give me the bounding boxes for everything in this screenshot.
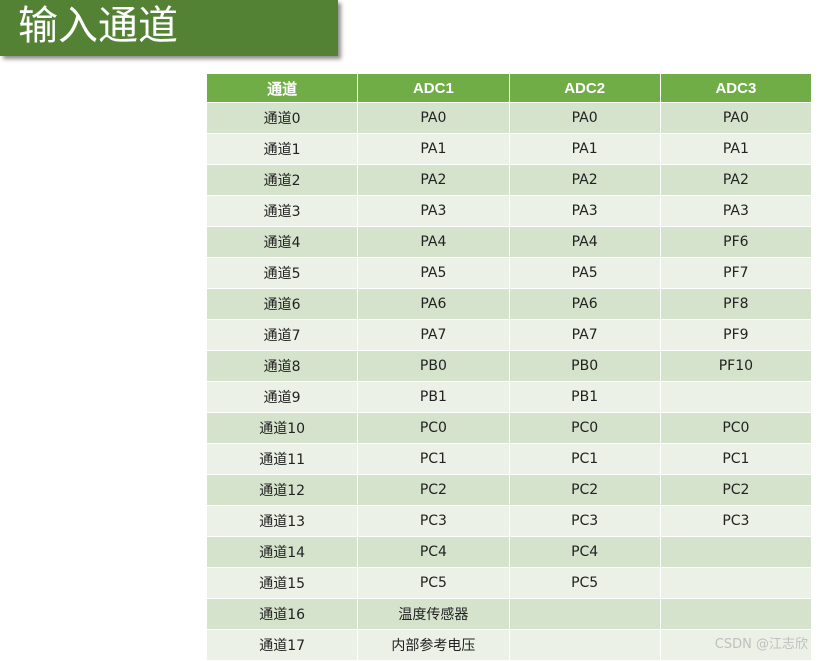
adc1-cell: PA7 <box>357 319 510 351</box>
channel-cell: 通道16 <box>205 598 359 630</box>
table-row: 通道4 PA4 PA4 PF6 <box>205 226 813 258</box>
channel-cell: 通道15 <box>205 567 359 599</box>
table-row: 通道3 PA3 PA3 PA3 <box>205 195 813 227</box>
adc2-cell: PC4 <box>508 536 661 568</box>
adc3-cell: PA0 <box>659 102 813 134</box>
adc2-cell: PA5 <box>508 257 661 289</box>
header-adc1: ADC1 <box>357 73 510 103</box>
table-row: 通道5 PA5 PA5 PF7 <box>205 257 813 289</box>
adc2-cell: PA4 <box>508 226 661 258</box>
adc1-cell: PC0 <box>357 412 510 444</box>
table-row: 通道0 PA0 PA0 PA0 <box>205 102 813 134</box>
channel-cell: 通道4 <box>205 226 359 258</box>
adc3-cell: PF8 <box>659 288 813 320</box>
adc3-cell: PF9 <box>659 319 813 351</box>
adc3-cell <box>659 567 813 599</box>
table-row: 通道7 PA7 PA7 PF9 <box>205 319 813 351</box>
table-row: 通道13 PC3 PC3 PC3 <box>205 505 813 537</box>
adc2-cell: PA7 <box>508 319 661 351</box>
channel-cell: 通道10 <box>205 412 359 444</box>
adc3-cell: PA2 <box>659 164 813 196</box>
adc1-cell: PC3 <box>357 505 510 537</box>
channel-cell: 通道13 <box>205 505 359 537</box>
adc1-cell: PA5 <box>357 257 510 289</box>
adc1-cell: PB1 <box>357 381 510 413</box>
header-adc2: ADC2 <box>508 73 661 103</box>
adc3-cell: PC3 <box>659 505 813 537</box>
adc3-cell: PC2 <box>659 474 813 506</box>
adc1-cell: PC2 <box>357 474 510 506</box>
table-body: 通道0 PA0 PA0 PA0 通道1 PA1 PA1 PA1 通道2 PA2 PA2 PA2 通道3 P… <box>205 102 813 661</box>
table-row: 通道16 温度传感器 <box>205 598 813 630</box>
adc3-cell <box>659 598 813 630</box>
adc1-cell: 温度传感器 <box>357 598 510 630</box>
table-row: 通道1 PA1 PA1 PA1 <box>205 133 813 165</box>
adc3-cell: PA1 <box>659 133 813 165</box>
title-banner: 输入通道 <box>0 0 338 56</box>
adc2-cell: PC2 <box>508 474 661 506</box>
table-row: 通道8 PB0 PB0 PF10 <box>205 350 813 382</box>
channel-cell: 通道11 <box>205 443 359 475</box>
adc3-cell: PC1 <box>659 443 813 475</box>
channel-cell: 通道0 <box>205 102 359 134</box>
table-row: 通道12 PC2 PC2 PC2 <box>205 474 813 506</box>
adc1-cell: PA2 <box>357 164 510 196</box>
adc3-cell: PA3 <box>659 195 813 227</box>
adc3-cell: PF6 <box>659 226 813 258</box>
table-header-row: 通道 ADC1 ADC2 ADC3 <box>205 73 813 103</box>
channel-cell: 通道14 <box>205 536 359 568</box>
adc3-cell: PC0 <box>659 412 813 444</box>
header-adc3: ADC3 <box>659 73 813 103</box>
channel-cell: 通道3 <box>205 195 359 227</box>
adc1-cell: PA3 <box>357 195 510 227</box>
channel-cell: 通道2 <box>205 164 359 196</box>
channel-cell: 通道6 <box>205 288 359 320</box>
table-row: 通道15 PC5 PC5 <box>205 567 813 599</box>
adc2-cell: PA3 <box>508 195 661 227</box>
adc2-cell <box>508 629 661 661</box>
adc1-cell: PC4 <box>357 536 510 568</box>
adc1-cell: PA6 <box>357 288 510 320</box>
adc3-cell <box>659 536 813 568</box>
adc3-cell: PF7 <box>659 257 813 289</box>
adc1-cell: PA0 <box>357 102 510 134</box>
table-row: 通道10 PC0 PC0 PC0 <box>205 412 813 444</box>
adc1-cell: PA1 <box>357 133 510 165</box>
table-row: 通道11 PC1 PC1 PC1 <box>205 443 813 475</box>
adc2-cell <box>508 598 661 630</box>
adc2-cell: PC3 <box>508 505 661 537</box>
adc2-cell: PB0 <box>508 350 661 382</box>
channel-cell: 通道7 <box>205 319 359 351</box>
header-channel: 通道 <box>205 73 359 103</box>
adc1-cell: PB0 <box>357 350 510 382</box>
adc2-cell: PA6 <box>508 288 661 320</box>
channel-cell: 通道17 <box>205 629 359 661</box>
table-row: 通道2 PA2 PA2 PA2 <box>205 164 813 196</box>
table-row: 通道6 PA6 PA6 PF8 <box>205 288 813 320</box>
table-row: 通道9 PB1 PB1 <box>205 381 813 413</box>
adc1-cell: PC5 <box>357 567 510 599</box>
adc2-cell: PA1 <box>508 133 661 165</box>
adc3-cell <box>659 381 813 413</box>
adc3-cell: PF10 <box>659 350 813 382</box>
adc2-cell: PC0 <box>508 412 661 444</box>
adc2-cell: PC5 <box>508 567 661 599</box>
adc2-cell: PC1 <box>508 443 661 475</box>
channel-cell: 通道12 <box>205 474 359 506</box>
channel-cell: 通道9 <box>205 381 359 413</box>
channel-cell: 通道1 <box>205 133 359 165</box>
adc2-cell: PA2 <box>508 164 661 196</box>
adc1-cell: PA4 <box>357 226 510 258</box>
table-row: 通道14 PC4 PC4 <box>205 536 813 568</box>
adc2-cell: PA0 <box>508 102 661 134</box>
adc1-cell: 内部参考电压 <box>357 629 510 661</box>
watermark: CSDN @江志欣 <box>714 637 808 652</box>
channel-cell: 通道8 <box>205 350 359 382</box>
adc1-cell: PC1 <box>357 443 510 475</box>
channel-cell: 通道5 <box>205 257 359 289</box>
page-title: 输入通道 <box>18 3 178 49</box>
adc-channel-table: 通道 ADC1 ADC2 ADC3 通道0 PA0 PA0 PA0 通道1 PA1 PA1 PA1 通… <box>205 73 813 661</box>
adc2-cell: PB1 <box>508 381 661 413</box>
